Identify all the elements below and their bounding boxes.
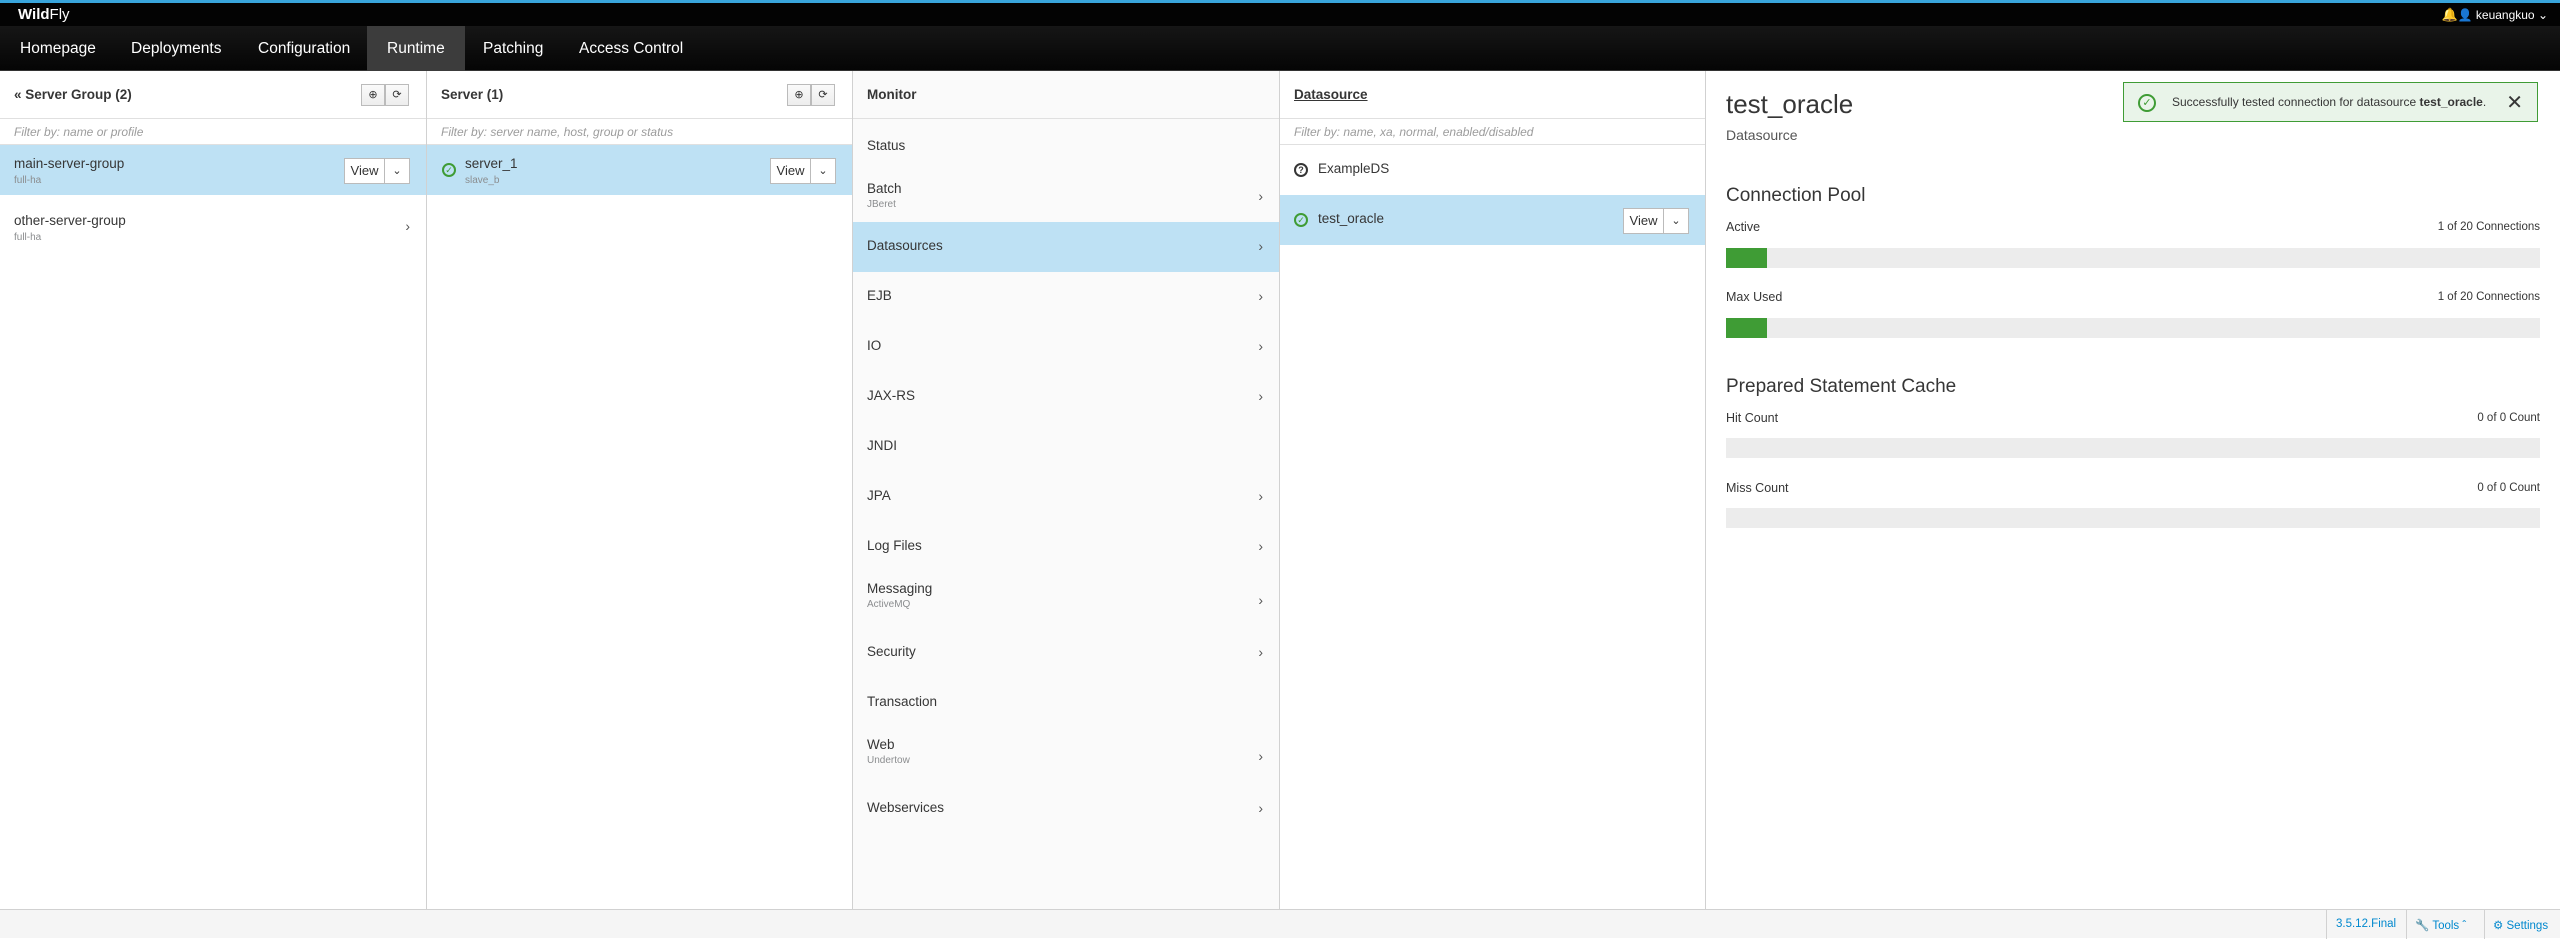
hit-count-progress-bar [1726,438,2540,458]
chevron-right-icon: › [1258,538,1263,554]
list-item[interactable]: Transaction [853,678,1279,728]
chevron-right-icon: › [1258,644,1263,660]
hit-count-value: 0 of 0 Count [2477,412,2540,424]
monitor-title: Monitor [867,87,917,102]
server-title: Server (1) [441,87,504,102]
toast-message: Successfully tested connection for datas… [2172,95,2487,109]
nav-homepage[interactable]: Homepage [0,26,116,71]
connection-pool-title: Connection Pool [1726,185,1866,206]
monitor-column: Monitor Status Batch JBeret › Datasources ›… [853,71,1280,909]
bell-icon[interactable]: 🔔 [2442,7,2458,23]
maxused-progress-fill [1726,318,1767,338]
question-circle-icon: ? [1294,163,1308,177]
chevron-right-icon: › [1258,592,1263,608]
version-link[interactable]: 3.5.12.Final [2336,918,2396,930]
brand-logo[interactable]: WildFly [18,6,70,23]
user-menu[interactable]: 👤 keuangkuo ⌄ [2458,8,2548,22]
list-item[interactable]: EJB › [853,272,1279,322]
nav-access-control[interactable]: Access Control [559,26,703,71]
server-group-filter[interactable]: Filter by: name or profile [0,119,426,145]
view-button[interactable]: View ⌄ [344,158,410,184]
active-progress-bar [1726,248,2540,268]
prepared-statement-title: Prepared Statement Cache [1726,376,1957,397]
page-subtitle: Datasource [1726,127,1798,143]
list-item[interactable]: Batch JBeret › [853,172,1279,222]
list-item[interactable]: ✓ test_oracle View ⌄ [1280,195,1705,245]
active-progress-fill [1726,248,1767,268]
success-toast: ✓ Successfully tested connection for dat… [2123,82,2538,122]
chevron-right-icon: › [1258,288,1263,304]
list-item[interactable]: Log Files › [853,522,1279,572]
chevron-right-icon: › [1258,338,1263,354]
list-item[interactable]: Datasources › [853,222,1279,272]
chevron-right-icon: › [1258,188,1263,204]
list-item[interactable]: Webservices › [853,784,1279,834]
settings-link[interactable]: ⚙ Settings [2493,918,2548,932]
miss-count-progress-bar [1726,508,2540,528]
check-circle-icon: ✓ [442,163,456,177]
datasource-title[interactable]: Datasource [1294,87,1368,102]
datasource-filter[interactable]: Filter by: name, xa, normal, enabled/dis… [1280,119,1705,145]
server-filter[interactable]: Filter by: server name, host, group or s… [427,119,852,145]
view-button[interactable]: View ⌄ [770,158,836,184]
refresh-icon[interactable]: ⟳ [385,84,409,106]
nav-patching[interactable]: Patching [463,26,563,71]
nav-deployments[interactable]: Deployments [111,26,241,71]
server-column: Server (1) ⊕ ⟳ Filter by: server name, h… [427,71,853,909]
view-button[interactable]: View ⌄ [1623,208,1689,234]
active-label: Active [1726,220,1761,234]
list-item[interactable]: JNDI [853,422,1279,472]
list-item[interactable]: JPA › [853,472,1279,522]
user-name: keuangkuo [2475,8,2535,22]
miss-count-value: 0 of 0 Count [2477,482,2540,494]
close-icon[interactable]: ✕ [2506,90,2523,115]
maxused-label: Max Used [1726,290,1783,304]
page-title: test_oracle [1726,89,1854,119]
check-circle-icon: ✓ [1294,213,1308,227]
nav-configuration[interactable]: Configuration [238,26,370,71]
list-item[interactable]: ? ExampleDS [1280,145,1705,195]
server-group-column: « Server Group (2) ⊕ ⟳ Filter by: name o… [0,71,427,909]
main-nav: Homepage Deployments Configuration Runti… [0,26,2560,71]
maxused-progress-bar [1726,318,2540,338]
add-icon[interactable]: ⊕ [361,84,385,106]
list-item[interactable]: main-server-group full-ha View ⌄ [0,145,426,195]
miss-count-label: Miss Count [1726,481,1789,495]
nav-runtime[interactable]: Runtime [367,26,465,71]
list-item[interactable]: JAX-RS › [853,372,1279,422]
list-item[interactable]: ✓ server_1 slave_b View ⌄ [427,145,852,195]
chevron-down-icon: ⌄ [392,165,402,177]
list-item[interactable]: Status [853,122,1279,172]
chevron-right-icon: › [1258,388,1263,404]
list-item[interactable]: IO › [853,322,1279,372]
list-item[interactable]: Security › [853,628,1279,678]
chevron-right-icon: › [1258,238,1263,254]
chevron-right-icon: › [1258,800,1263,816]
detail-panel: test_oracle Datasource Connection Pool A… [1706,71,2560,909]
tools-menu[interactable]: 🔧 Tools ˆ [2415,918,2466,932]
footer: 3.5.12.Final 🔧 Tools ˆ ⚙ Settings [0,909,2560,939]
list-item[interactable]: other-server-group full-ha › [0,202,426,252]
chevron-right-icon: › [1258,488,1263,504]
list-item[interactable]: Messaging ActiveMQ › [853,572,1279,628]
chevron-right-icon: › [1258,748,1263,764]
add-icon[interactable]: ⊕ [787,84,811,106]
refresh-icon[interactable]: ⟳ [811,84,835,106]
active-value: 1 of 20 Connections [2437,221,2540,233]
maxused-value: 1 of 20 Connections [2437,291,2540,303]
chevron-down-icon: ⌄ [1671,215,1681,227]
datasource-column: Datasource Filter by: name, xa, normal, … [1280,71,1706,909]
top-bar: WildFly 🔔 👤 keuangkuo ⌄ [0,0,2560,26]
server-group-title[interactable]: « Server Group (2) [14,87,132,102]
hit-count-label: Hit Count [1726,411,1779,425]
chevron-down-icon: ⌄ [818,165,828,177]
list-item[interactable]: Web Undertow › [853,728,1279,784]
chevron-right-icon: › [405,218,410,234]
check-circle-icon: ✓ [2138,94,2156,112]
